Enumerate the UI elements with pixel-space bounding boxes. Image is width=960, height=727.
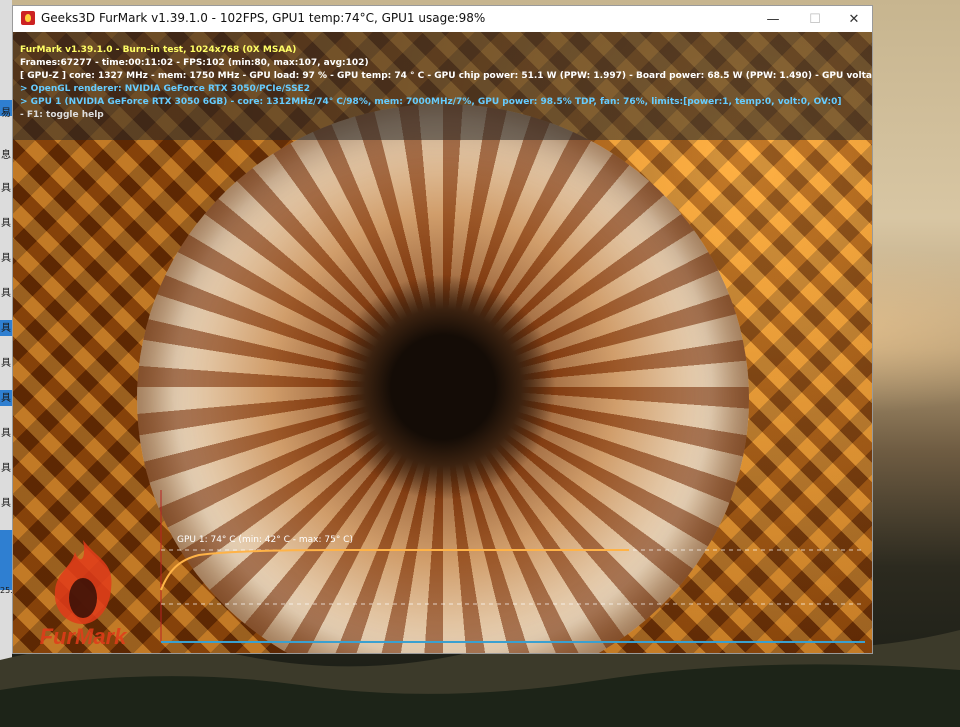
minimize-icon: — xyxy=(766,11,780,27)
furmark-logo: FurMark xyxy=(40,540,129,649)
desktop-label: 具 xyxy=(1,323,11,334)
stats-overlay: FurMark v1.39.1.0 - Burn-in test, 1024x7… xyxy=(13,32,872,140)
overlay-gpu1-line: > GPU 1 (NVIDIA GeForce RTX 3050 6GB) - … xyxy=(20,97,842,107)
overlay-gpuz-line: [ GPU-Z ] core: 1327 MHz - mem: 1750 MHz… xyxy=(20,71,872,81)
close-button[interactable]: ✕ xyxy=(834,6,874,32)
title-bar[interactable]: Geeks3D FurMark v1.39.1.0 - 102FPS, GPU1… xyxy=(13,6,872,32)
desktop-label: 易 xyxy=(1,108,11,119)
maximize-icon: ☐ xyxy=(809,11,821,27)
desktop-label: 具 xyxy=(1,393,11,404)
desktop-taskbar-marker xyxy=(0,530,12,590)
maximize-button[interactable]: ☐ xyxy=(795,6,835,32)
overlay-renderer-line: > OpenGL renderer: NVIDIA GeForce RTX 30… xyxy=(20,84,310,94)
overlay-title-line: FurMark v1.39.1.0 - Burn-in test, 1024x7… xyxy=(20,45,297,55)
window-title: Geeks3D FurMark v1.39.1.0 - 102FPS, GPU1… xyxy=(41,11,486,25)
desktop-label: 具 xyxy=(1,428,11,439)
minimize-button[interactable]: — xyxy=(753,6,793,32)
desktop-clock-fragment: 25. xyxy=(0,586,13,595)
desktop-label: 具 xyxy=(1,183,11,194)
temperature-graph: GPU 1: 74° C (min: 42° C - max: 75° C) xyxy=(160,490,865,643)
render-viewport[interactable]: FurMark v1.39.1.0 - Burn-in test, 1024x7… xyxy=(13,32,872,653)
desktop-label: 具 xyxy=(1,463,11,474)
desktop-label: 具 xyxy=(1,253,11,264)
desktop-label: 具 xyxy=(1,358,11,369)
desktop-label: 具 xyxy=(1,218,11,229)
furmark-window[interactable]: Geeks3D FurMark v1.39.1.0 - 102FPS, GPU1… xyxy=(12,5,873,654)
desktop-label: 具 xyxy=(1,498,11,509)
logo-text: FurMark xyxy=(40,624,129,649)
overlay-frames-line: Frames:67277 - time:00:11:02 - FPS:102 (… xyxy=(20,58,369,68)
temperature-curve xyxy=(160,549,629,591)
furmark-app-icon[interactable] xyxy=(21,11,35,25)
overlay-help-line: - F1: toggle help xyxy=(20,110,104,120)
graph-label: GPU 1: 74° C (min: 42° C - max: 75° C) xyxy=(177,535,353,545)
close-icon: ✕ xyxy=(848,11,860,27)
desktop-label: 息 xyxy=(1,150,11,161)
desktop-label: 具 xyxy=(1,288,11,299)
